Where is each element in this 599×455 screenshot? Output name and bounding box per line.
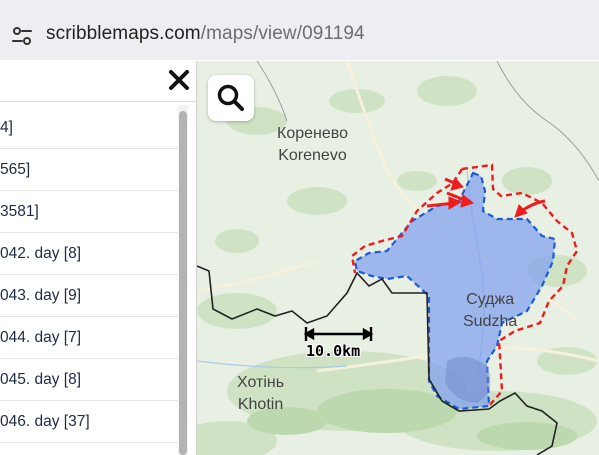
address-field[interactable]: scribblemaps.com/maps/view/091194 [0,6,599,54]
list-item[interactable]: 044. day [7] [0,317,178,359]
list-item[interactable]: 3581] [0,191,178,233]
url-domain: scribblemaps.com [46,23,201,44]
scale-bar [303,327,374,341]
url-text[interactable]: scribblemaps.com/maps/view/091194 [46,23,365,45]
site-settings-icon[interactable] [11,25,33,47]
place-label-sudzha: Суджа Sudzha [463,289,517,333]
place-name-ru: Коренево [277,125,348,142]
place-name-ru: Суджа [466,291,515,308]
close-icon[interactable] [166,67,192,93]
map-canvas[interactable]: Коренево Korenevo Суджа Sudzha Хотінь Kh… [197,61,599,455]
map-search-button[interactable] [208,75,254,121]
place-label-korenevo: Коренево Korenevo [277,123,348,167]
scale-label: 10.0km [306,342,361,360]
scrollbar-thumb[interactable] [179,111,187,455]
search-icon [217,84,244,111]
place-name-ua: Хотінь [237,374,285,391]
browser-url-bar[interactable]: scribblemaps.com/maps/view/091194 [0,0,599,60]
layers-sidebar: 4] 565] 3581] 042. day [8] 043. day [9] … [0,61,197,455]
layer-list-items: 4] 565] 3581] 042. day [8] 043. day [9] … [0,107,178,443]
list-item[interactable]: 565] [0,149,178,191]
list-item[interactable]: 4] [0,107,178,149]
url-path: /maps/view/091194 [200,23,365,44]
list-item[interactable]: 045. day [8] [0,359,178,401]
place-name-en: Khotin [237,396,284,413]
place-name-en: Korenevo [278,147,347,164]
sidebar-header [0,61,196,102]
list-item[interactable]: 042. day [8] [0,233,178,275]
list-item[interactable]: 046. day [37] [0,401,178,443]
list-item[interactable]: 043. day [9] [0,275,178,317]
place-name-en: Sudzha [463,313,518,330]
place-label-khotin: Хотінь Khotin [237,372,284,416]
